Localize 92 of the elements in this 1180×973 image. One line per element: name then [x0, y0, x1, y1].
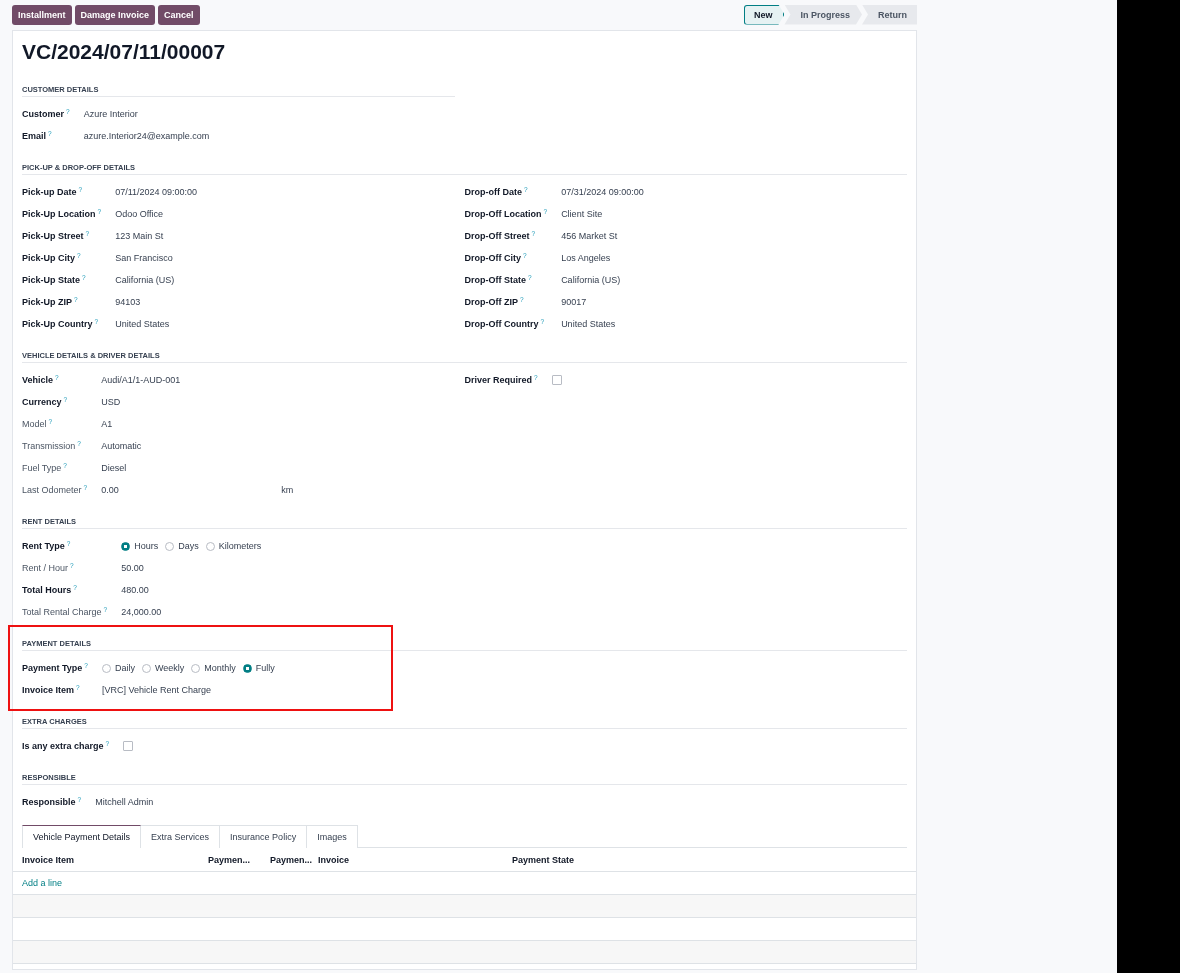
- field-value[interactable]: Automatic: [101, 441, 142, 451]
- field-value[interactable]: 123 Main St: [115, 231, 164, 241]
- field-label: Payment Type: [22, 663, 83, 673]
- field-label: Responsible: [22, 797, 76, 807]
- radio-label[interactable]: Hours: [134, 541, 159, 551]
- field-label: Rent / Hour: [22, 563, 69, 573]
- action-button[interactable]: Damage Invoice: [74, 4, 156, 25]
- field-label: Invoice Item: [22, 685, 75, 695]
- radio-label[interactable]: Weekly: [155, 663, 185, 673]
- field-value[interactable]: 480.00: [121, 585, 149, 595]
- field-label: Drop-Off City: [464, 253, 521, 263]
- checkbox[interactable]: [551, 375, 562, 385]
- radio-button[interactable]: [165, 541, 175, 551]
- field-value[interactable]: azure.Interior24@example.com: [83, 131, 210, 141]
- add-line-link[interactable]: Add a line: [22, 878, 63, 888]
- field-label: Currency: [22, 397, 62, 407]
- field-label: Customer: [22, 109, 64, 119]
- field-value[interactable]: [VRC] Vehicle Rent Charge: [102, 685, 212, 695]
- field-value[interactable]: United States: [115, 319, 170, 329]
- field-value[interactable]: Odoo Office: [115, 209, 163, 219]
- radio-label[interactable]: Monthly: [204, 663, 236, 673]
- column-header[interactable]: Payment State: [512, 854, 907, 865]
- tab[interactable]: Extra Services: [140, 825, 221, 848]
- column-header[interactable]: Paymen...: [208, 854, 270, 865]
- field-label: Pick-Up State: [22, 275, 81, 285]
- field-value[interactable]: USD: [101, 397, 121, 407]
- field-value[interactable]: Client Site: [561, 209, 603, 219]
- field-value[interactable]: Mitchell Admin: [95, 797, 154, 807]
- column-header[interactable]: Invoice Item: [22, 854, 208, 865]
- field-label: Model: [22, 419, 47, 429]
- radio-button[interactable]: [191, 663, 201, 673]
- radio-button[interactable]: [142, 663, 151, 673]
- field-value[interactable]: 90017: [561, 297, 587, 307]
- field-value[interactable]: A1: [101, 419, 113, 429]
- field-value[interactable]: 07/11/2024 09:00:00: [115, 187, 198, 197]
- field-label: Total Rental Charge: [22, 607, 102, 617]
- field-label: Drop-off Date: [464, 187, 522, 197]
- radio-label[interactable]: Daily: [115, 663, 135, 673]
- field-label: Fuel Type: [22, 463, 62, 473]
- radio-button[interactable]: [121, 541, 131, 551]
- field-value[interactable]: 24,000.00: [121, 607, 162, 617]
- checkbox[interactable]: [123, 741, 134, 751]
- field-label: Email: [22, 131, 46, 141]
- status-step[interactable]: New: [743, 4, 785, 25]
- column-header[interactable]: Invoice: [318, 854, 512, 865]
- unit-label: km: [281, 485, 294, 495]
- field-value[interactable]: 456 Market St: [561, 231, 618, 241]
- field-value[interactable]: California (US): [561, 275, 621, 285]
- field-value[interactable]: San Francisco: [115, 253, 173, 263]
- field-label: Drop-Off Street: [464, 231, 530, 241]
- field-label: Pick-Up City: [22, 253, 75, 263]
- tab[interactable]: Insurance Policy: [219, 825, 308, 848]
- field-label: Transmission: [22, 441, 76, 451]
- field-label: Last Odometer: [22, 485, 82, 495]
- field-label: Total Hours: [22, 585, 72, 595]
- field-label: Drop-Off Location: [464, 209, 542, 219]
- field-label: Driver Required: [464, 375, 533, 385]
- field-label: Pick-up Date: [22, 187, 77, 197]
- field-label: Drop-Off ZIP: [464, 297, 518, 307]
- field-value[interactable]: 0.00: [101, 485, 278, 495]
- action-button[interactable]: Cancel: [158, 4, 200, 25]
- field-label: Vehicle: [22, 375, 54, 385]
- field-value[interactable]: California (US): [115, 275, 175, 285]
- field-value[interactable]: 07/31/2024 09:00:00: [561, 187, 644, 197]
- field-value[interactable]: 94103: [115, 297, 141, 307]
- field-value[interactable]: Audi/A1/1-AUD-001: [101, 375, 181, 385]
- field-value[interactable]: United States: [561, 319, 616, 329]
- field-value[interactable]: Diesel: [101, 463, 127, 473]
- radio-label[interactable]: Kilometers: [218, 541, 262, 551]
- radio-label[interactable]: Days: [178, 541, 199, 551]
- field-label: Pick-Up Street: [22, 231, 84, 241]
- tab[interactable]: Images: [306, 825, 358, 848]
- field-label: Rent Type: [22, 541, 65, 551]
- tab[interactable]: Vehicle Payment Details: [22, 825, 142, 848]
- field-label: Is any extra charge: [22, 741, 104, 751]
- record-title: VC/2024/07/11/00007: [22, 41, 227, 63]
- field-label: Drop-Off Country: [464, 319, 539, 329]
- radio-button[interactable]: [102, 663, 111, 673]
- status-step[interactable]: Return: [862, 4, 917, 25]
- radio-label[interactable]: Fully: [255, 663, 275, 673]
- action-button[interactable]: Installment: [12, 4, 72, 25]
- radio-button[interactable]: [205, 541, 215, 551]
- field-label: Pick-Up Country: [22, 319, 93, 329]
- field-label: Pick-Up Location: [22, 209, 96, 219]
- field-label: Drop-Off State: [464, 275, 526, 285]
- column-header[interactable]: Paymen...: [270, 854, 318, 865]
- field-value[interactable]: Azure Interior: [83, 109, 138, 119]
- field-value[interactable]: 50.00: [121, 563, 144, 573]
- status-step[interactable]: In Progress: [784, 4, 862, 25]
- field-value[interactable]: Los Angeles: [561, 253, 611, 263]
- field-label: Pick-Up ZIP: [22, 297, 72, 307]
- radio-button[interactable]: [242, 663, 252, 673]
